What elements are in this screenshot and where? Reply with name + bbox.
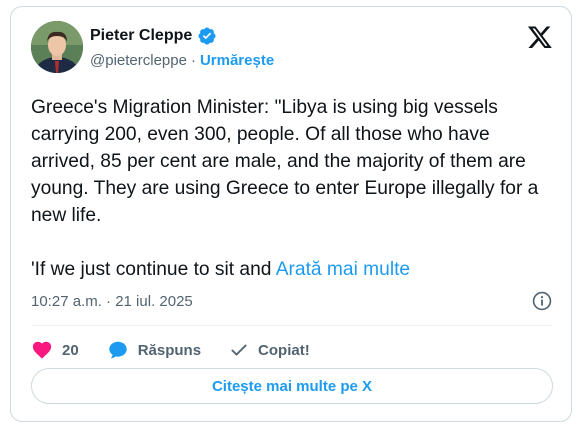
avatar[interactable] bbox=[31, 21, 83, 73]
action-bar: 20 Răspuns Copiat! bbox=[31, 334, 338, 366]
verified-badge-icon bbox=[198, 27, 216, 45]
avatar-photo-icon bbox=[31, 21, 83, 73]
tweet-timestamp[interactable]: 10:27 a.m. · 21 iul. 2025 bbox=[31, 293, 193, 310]
divider bbox=[31, 325, 553, 326]
tweet-meta: 10:27 a.m. · 21 iul. 2025 bbox=[31, 290, 553, 312]
read-more-on-x-button[interactable]: Citește mai multe pe X bbox=[31, 368, 553, 404]
author-handle[interactable]: @pietercleppe bbox=[90, 52, 187, 69]
like-button[interactable]: 20 bbox=[31, 339, 79, 361]
author-name[interactable]: Pieter Cleppe bbox=[90, 27, 192, 45]
x-logo-icon[interactable] bbox=[527, 24, 553, 50]
like-count: 20 bbox=[62, 341, 79, 359]
author-name-row: Pieter Cleppe bbox=[90, 26, 217, 46]
tweet-card: Pieter Cleppe @pietercleppe · Urmărește … bbox=[10, 6, 572, 422]
info-icon[interactable] bbox=[531, 290, 553, 312]
reply-label: Răspuns bbox=[137, 341, 202, 359]
tweet-text: Greece's Migration Minister: "Libya is u… bbox=[31, 97, 539, 280]
show-more-link[interactable]: Arată mai multe bbox=[276, 259, 410, 280]
copy-label: Copiat! bbox=[258, 341, 310, 359]
checkmark-icon bbox=[231, 344, 247, 356]
reply-button[interactable]: Răspuns bbox=[107, 339, 201, 361]
handle-separator: · bbox=[190, 52, 196, 69]
heart-icon bbox=[32, 341, 52, 359]
reply-bubble-icon bbox=[108, 341, 127, 359]
follow-button[interactable]: Urmărește bbox=[200, 52, 274, 69]
author-handle-row: @pietercleppe · Urmărește bbox=[90, 52, 274, 69]
copy-link-button[interactable]: Copiat! bbox=[229, 340, 310, 360]
tweet-body: Greece's Migration Minister: "Libya is u… bbox=[31, 94, 551, 283]
